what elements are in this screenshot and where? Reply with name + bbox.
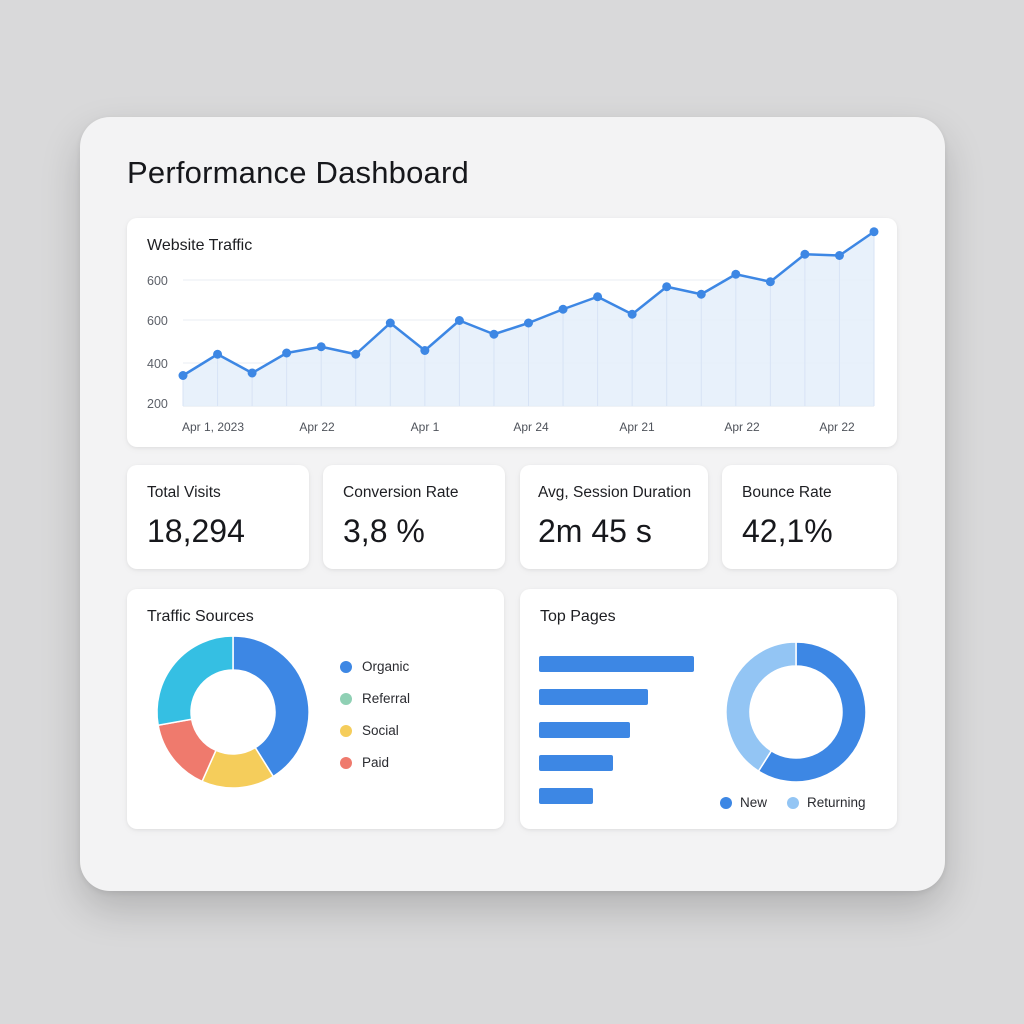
legend-item-organic: Organic	[340, 659, 409, 674]
traffic-point[interactable]	[316, 342, 326, 352]
traffic-point[interactable]	[696, 289, 706, 299]
traffic-sources-donut	[156, 635, 310, 789]
legend-label-returning: Returning	[807, 795, 866, 810]
legend-item-social: Social	[340, 723, 399, 738]
conversion-rate-label: Conversion Rate	[343, 484, 459, 501]
legend-item-returning: Returning	[787, 795, 866, 810]
x-tick-label: Apr 24	[513, 420, 549, 434]
legend-label-paid: Paid	[362, 755, 390, 770]
traffic-point[interactable]	[731, 269, 741, 279]
traffic-point[interactable]	[627, 309, 637, 319]
page-title: Performance Dashboard	[127, 155, 469, 190]
total-visits-card: Total Visits 18,294	[127, 465, 309, 569]
x-tick-label: Apr 1, 2023	[182, 420, 244, 434]
legend-item-referral: Referral	[340, 691, 410, 706]
legend-label-social: Social	[362, 723, 399, 738]
y-tick-label: 400	[147, 357, 168, 371]
legend-item-new: New	[720, 795, 767, 810]
new-returning-slice-1[interactable]	[725, 641, 797, 773]
bounce-rate-value: 42,1%	[742, 513, 833, 549]
organic-dot-icon	[340, 660, 352, 673]
legend-label-referral: Referral	[362, 691, 411, 706]
traffic-point[interactable]	[489, 329, 499, 339]
y-tick-label: 600	[147, 274, 168, 288]
referral-dot-icon	[340, 692, 352, 705]
total-visits-label: Total Visits	[147, 484, 221, 501]
x-tick-label: Apr 1	[411, 420, 440, 434]
traffic-point[interactable]	[524, 318, 533, 328]
traffic-point[interactable]	[213, 349, 223, 359]
traffic-point[interactable]	[765, 277, 775, 287]
website-traffic-title: Website Traffic	[147, 237, 253, 254]
traffic-point[interactable]	[662, 282, 672, 292]
traffic-source-slice-4[interactable]	[156, 635, 234, 727]
legend-label-organic: Organic	[362, 659, 410, 674]
website-traffic-card: 600 600 400 200 Apr 1, 2023 Apr 22 Apr 1 Apr 24…	[127, 218, 897, 447]
bounce-rate-card: Bounce Rate 42,1%	[722, 465, 897, 569]
social-dot-icon	[340, 724, 352, 737]
avg-session-duration-label: Avg, Session Duration	[538, 484, 692, 501]
returning-dot-icon	[787, 796, 800, 809]
top-pages-card: Top Pages New Returning	[520, 589, 897, 829]
legend-item-paid: Paid	[340, 755, 389, 770]
traffic-point[interactable]	[247, 368, 257, 378]
traffic-point[interactable]	[593, 292, 603, 302]
traffic-point[interactable]	[420, 346, 430, 355]
x-tick-label: Apr 22	[724, 420, 760, 434]
conversion-rate-value: 3,8 %	[343, 513, 425, 549]
new-returning-legend: New Returning	[720, 795, 866, 810]
traffic-point[interactable]	[178, 371, 188, 380]
legend-label-new: New	[740, 795, 768, 810]
x-tick-label: Apr 22	[299, 420, 335, 434]
y-tick-label: 600	[147, 314, 168, 328]
new-returning-donut	[725, 641, 867, 783]
traffic-point[interactable]	[351, 349, 361, 359]
traffic-sources-card: Traffic Sources Organic Referral Social …	[127, 589, 504, 829]
traffic-point[interactable]	[558, 304, 568, 314]
x-tick-label: Apr 21	[619, 420, 655, 434]
dashboard-panel: Performance Dashboard 600 600 400 200 Apr 1,…	[80, 117, 945, 891]
traffic-point[interactable]	[454, 316, 464, 325]
traffic-point[interactable]	[385, 318, 395, 328]
avg-session-duration-value: 2m 45 s	[538, 513, 652, 549]
avg-session-duration-card: Avg, Session Duration 2m 45 s	[520, 465, 708, 569]
traffic-point[interactable]	[282, 348, 292, 358]
paid-dot-icon	[340, 756, 352, 769]
new-dot-icon	[720, 796, 732, 809]
traffic-point[interactable]	[834, 251, 844, 260]
x-tick-label: Apr 22	[819, 420, 855, 434]
traffic-point[interactable]	[800, 249, 810, 259]
traffic-point[interactable]	[869, 227, 879, 237]
conversion-rate-card: Conversion Rate 3,8 %	[323, 465, 505, 569]
bounce-rate-label: Bounce Rate	[742, 484, 832, 501]
total-visits-value: 18,294	[147, 513, 245, 549]
y-tick-label: 200	[147, 397, 168, 411]
